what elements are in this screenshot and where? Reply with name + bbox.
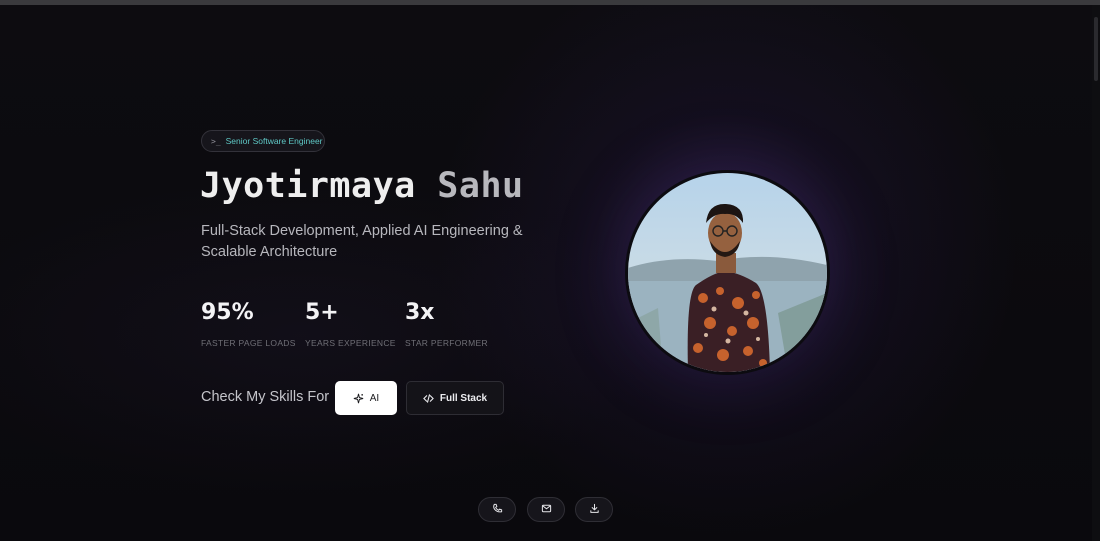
hero-subtitle: Full-Stack Development, Applied AI Engin… xyxy=(201,223,523,260)
code-icon xyxy=(423,393,434,404)
call-button[interactable] xyxy=(478,497,516,522)
stat-value: 3x xyxy=(405,300,435,325)
mail-icon xyxy=(541,501,552,519)
stat-label: STAR PERFORMER xyxy=(405,338,488,348)
ai-skills-button-label: AI xyxy=(369,392,380,404)
download-icon xyxy=(589,501,600,519)
background xyxy=(0,5,1100,541)
avatar xyxy=(628,173,827,372)
terminal-icon: >_ xyxy=(211,136,221,146)
stat-label: YEARS EXPERIENCE xyxy=(305,338,396,348)
scrollbar[interactable] xyxy=(1092,5,1100,541)
email-button[interactable] xyxy=(527,497,565,522)
stat-value: 95% xyxy=(201,300,254,325)
stat-page-loads: 95% FASTER PAGE LOADS xyxy=(201,299,296,348)
fullstack-skills-button[interactable]: Full Stack xyxy=(406,381,504,415)
stat-experience: 5+ YEARS EXPERIENCE xyxy=(305,299,396,348)
sparkles-icon xyxy=(353,393,364,404)
role-badge-label: Senior Software Engineer xyxy=(225,136,323,146)
stat-star-performer: 3x STAR PERFORMER xyxy=(405,299,488,348)
stat-value: 5+ xyxy=(305,300,339,325)
download-resume-button[interactable] xyxy=(575,497,613,522)
page-title: Jyotirmaya Sahu xyxy=(200,166,524,206)
name-last: Sahu xyxy=(437,166,524,206)
stat-label: FASTER PAGE LOADS xyxy=(201,338,296,348)
role-badge: >_ Senior Software Engineer xyxy=(201,130,325,152)
phone-icon xyxy=(492,501,503,519)
skills-label: Check My Skills For xyxy=(201,389,330,405)
scrollbar-thumb[interactable] xyxy=(1094,17,1098,81)
ai-skills-button[interactable]: AI xyxy=(335,381,397,415)
name-first: Jyotirmaya xyxy=(200,166,416,206)
fullstack-skills-button-label: Full Stack xyxy=(439,392,488,404)
